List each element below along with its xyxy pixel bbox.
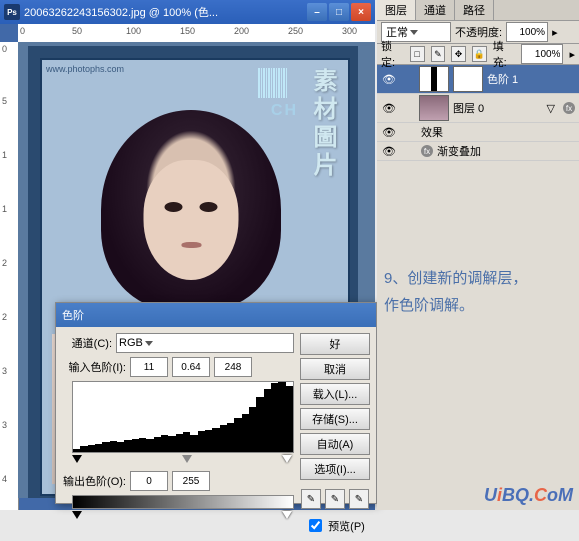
preview-checkbox[interactable] <box>309 519 322 532</box>
fill-input[interactable] <box>521 44 563 64</box>
gray-eyedropper[interactable]: ✎ <box>325 489 345 509</box>
layer-name[interactable]: 图层 0 <box>453 100 484 116</box>
channel-label: 通道(C): <box>62 335 112 351</box>
input-gamma[interactable] <box>172 357 210 377</box>
layer-thumb[interactable] <box>419 95 449 121</box>
dialog-titlebar[interactable]: 色阶 <box>56 303 376 327</box>
fx-item-icon: fx <box>421 145 433 157</box>
dropdown-icon <box>410 30 418 35</box>
levels-dialog[interactable]: 色阶 通道(C): RGB 输入色阶(I): <box>55 302 377 504</box>
lock-all-icon[interactable]: 🔒 <box>472 46 487 62</box>
output-levels-label: 输出色阶(O): <box>62 473 126 489</box>
input-levels-label: 输入色阶(I): <box>62 359 126 375</box>
levels-adjustment-thumb[interactable] <box>419 66 449 92</box>
blend-mode-row: 正常 不透明度: ▸ <box>377 21 579 44</box>
gradient-overlay-row[interactable]: 👁 fx 渐变叠加 <box>377 142 579 161</box>
options-button[interactable]: 选项(I)... <box>300 458 370 480</box>
maximize-button[interactable]: □ <box>329 3 349 21</box>
lock-transparency-icon[interactable]: □ <box>410 46 425 62</box>
layer-row-image[interactable]: 👁 图层 0 ▽ fx <box>377 94 579 123</box>
cancel-button[interactable]: 取消 <box>300 358 370 380</box>
visibility-icon[interactable]: 👁 <box>381 143 397 159</box>
panels-area: 图层 通道 路径 正常 不透明度: ▸ 锁定: □ ✎ ✥ 🔒 填充: ▸ 👁 … <box>377 0 579 510</box>
output-black-handle[interactable] <box>72 511 82 519</box>
white-eyedropper[interactable]: ✎ <box>349 489 369 509</box>
titlebar[interactable]: Ps 20063262243156302.jpg @ 100% (色... – … <box>0 0 375 24</box>
layer-row-levels[interactable]: 👁 色阶 1 <box>377 65 579 94</box>
logo-watermark: UiBQ.CoM <box>484 485 573 506</box>
layer-mask-thumb[interactable] <box>453 66 483 92</box>
fill-arrow[interactable]: ▸ <box>569 48 575 61</box>
white-slider-handle[interactable] <box>282 455 292 463</box>
black-slider-handle[interactable] <box>72 455 82 463</box>
input-black-point[interactable] <box>130 357 168 377</box>
channel-select[interactable]: RGB <box>116 333 294 353</box>
fx-collapse-icon[interactable]: ▽ <box>547 102 555 115</box>
effect-name: 渐变叠加 <box>437 143 481 159</box>
black-eyedropper[interactable]: ✎ <box>301 489 321 509</box>
input-slider[interactable] <box>72 455 292 465</box>
lock-label: 锁定: <box>381 38 404 70</box>
instruction-text: 9、创建新的调解层， 作色阶调解。 <box>384 265 527 319</box>
histogram <box>72 381 294 453</box>
layer-name[interactable]: 色阶 1 <box>487 71 518 87</box>
minimize-button[interactable]: – <box>307 3 327 21</box>
vertical-title-text: 素材圖片 <box>305 68 340 180</box>
panel-tabs: 图层 通道 路径 <box>377 0 579 21</box>
input-white-point[interactable] <box>214 357 252 377</box>
ruler-horizontal[interactable]: 0 50 100 150 200 250 300 <box>18 24 375 43</box>
watermark-text: www.photophs.com <box>46 64 124 74</box>
tab-paths[interactable]: 路径 <box>455 0 494 20</box>
preview-label: 预览(P) <box>328 518 365 534</box>
output-white-handle[interactable] <box>282 511 292 519</box>
lock-row: 锁定: □ ✎ ✥ 🔒 填充: ▸ <box>377 44 579 65</box>
lock-position-icon[interactable]: ✥ <box>451 46 466 62</box>
load-button[interactable]: 载入(L)... <box>300 383 370 405</box>
gray-slider-handle[interactable] <box>182 455 192 463</box>
visibility-icon[interactable]: 👁 <box>381 100 397 116</box>
tab-channels[interactable]: 通道 <box>416 0 455 20</box>
photoshop-icon: Ps <box>4 4 20 20</box>
output-black[interactable] <box>130 471 168 491</box>
ok-button[interactable]: 好 <box>300 333 370 355</box>
window-title: 20063262243156302.jpg @ 100% (色... <box>24 4 307 20</box>
fill-label: 填充: <box>493 38 516 70</box>
barcode-graphic <box>258 68 308 98</box>
close-button[interactable]: × <box>351 3 371 21</box>
output-white[interactable] <box>172 471 210 491</box>
lock-paint-icon[interactable]: ✎ <box>431 46 446 62</box>
output-gradient <box>72 495 294 509</box>
dropdown-icon <box>145 341 153 346</box>
tab-layers[interactable]: 图层 <box>377 0 416 20</box>
output-slider[interactable] <box>72 511 292 521</box>
visibility-icon[interactable]: 👁 <box>381 71 397 87</box>
effects-row[interactable]: 👁 效果 <box>377 123 579 142</box>
effects-label: 效果 <box>421 124 443 140</box>
fx-badge-icon[interactable]: fx <box>563 102 575 114</box>
auto-button[interactable]: 自动(A) <box>300 433 370 455</box>
save-button[interactable]: 存储(S)... <box>300 408 370 430</box>
visibility-icon[interactable]: 👁 <box>381 124 397 140</box>
ruler-vertical[interactable]: 0 5 1 1 2 2 3 3 4 <box>0 42 19 510</box>
opacity-arrow[interactable]: ▸ <box>552 26 558 39</box>
